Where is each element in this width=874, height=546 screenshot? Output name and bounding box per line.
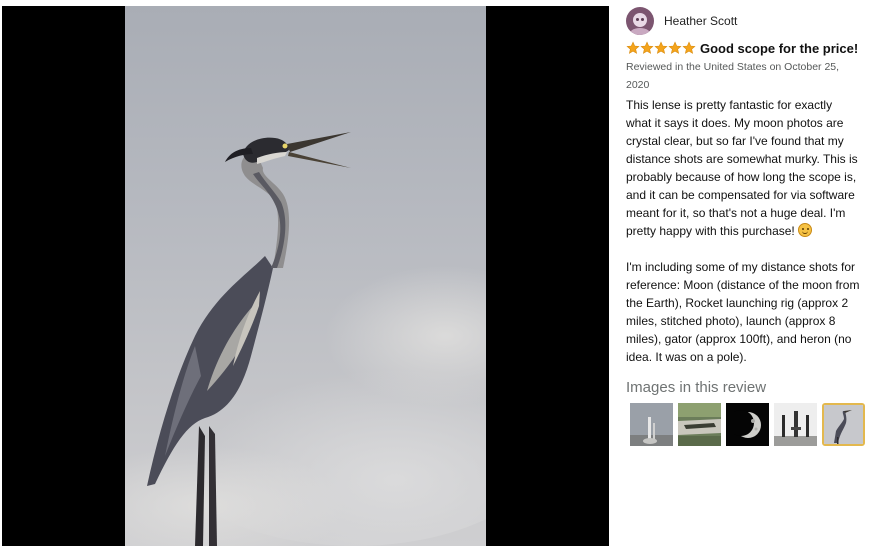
rocket-launch-thumbnail[interactable] [630,403,673,446]
review-date-line: Reviewed in the United States on October… [626,61,840,73]
review-body: This lense is pretty fantastic for exact… [626,96,874,366]
review-date-line: 2020 [626,79,650,91]
launch-rig-thumbnail[interactable] [774,403,817,446]
review-title: Good scope for the price! [700,40,859,56]
image-viewer [2,6,609,546]
moon-thumbnail[interactable] [726,403,769,446]
review-paragraph: This lense is pretty fantastic for exact… [626,96,874,240]
main-review-photo [125,6,486,546]
star-icon [640,41,654,54]
reviewer-profile[interactable]: Heather Scott [626,6,866,36]
review-paragraph-text: This lense is pretty fantastic for exact… [626,98,858,238]
review-image-viewer: Heather Scott Good scope for the price! … [0,0,874,546]
star-icon [682,41,696,54]
review-paragraph: I'm including some of my distance shots … [626,260,860,364]
star-icon [626,41,640,54]
star-icon [668,41,682,54]
review-image-thumbnails [630,403,870,447]
star-rating [626,41,696,55]
reviewer-name[interactable]: Heather Scott [664,14,737,28]
smiling-face-icon [797,223,812,237]
review-title-row: Good scope for the price! [626,39,874,57]
gator-thumbnail[interactable] [678,403,721,446]
images-section-heading: Images in this review [626,379,767,396]
review-panel: Heather Scott Good scope for the price! … [617,6,874,546]
review-date: Reviewed in the United States on October… [626,58,866,94]
heron-thumbnail[interactable] [822,403,865,446]
star-icon [654,41,668,54]
avatar[interactable] [626,7,654,35]
